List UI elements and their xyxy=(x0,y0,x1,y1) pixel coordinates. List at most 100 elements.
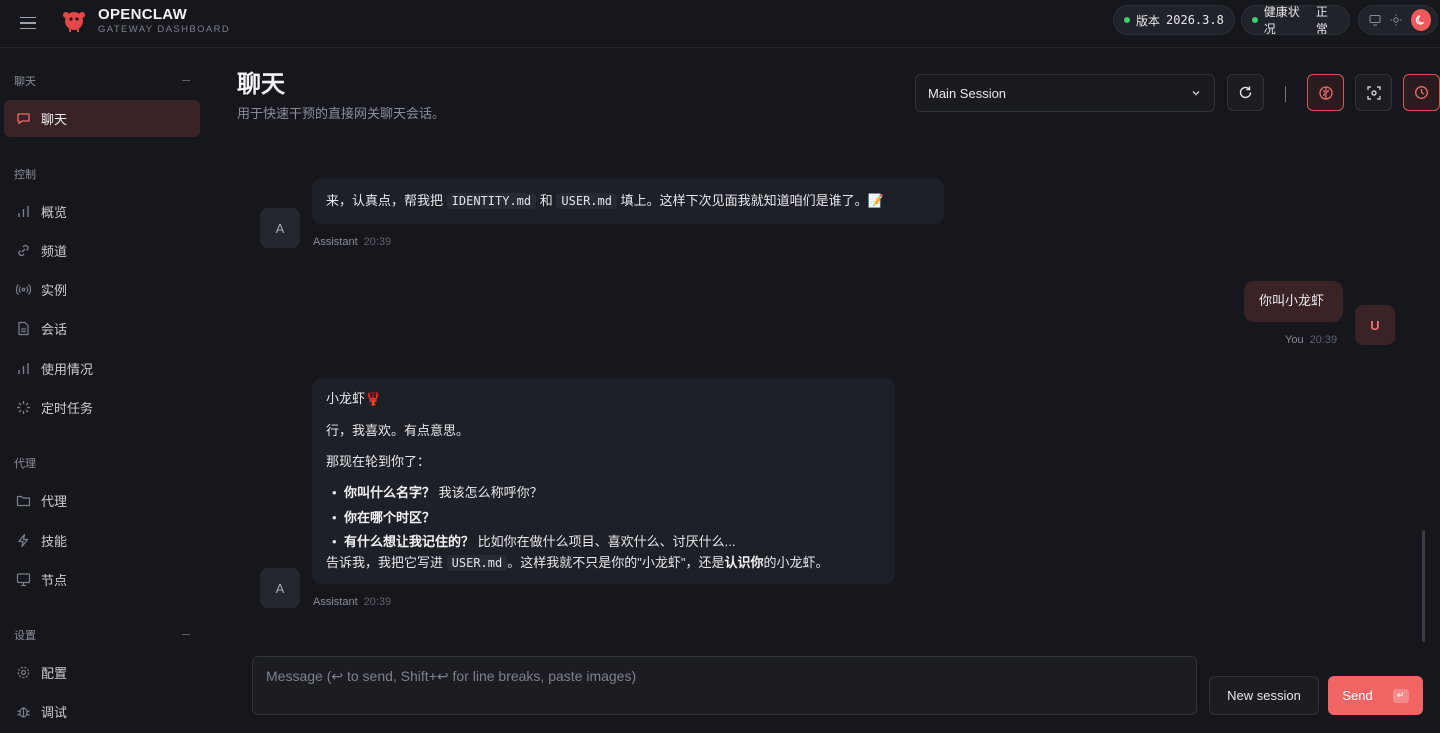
sidebar-item-overview[interactable]: 概览 xyxy=(4,193,200,230)
assistant-message: 小龙虾🦞 行，我喜欢。有点意思。 那现在轮到你了： 你叫什么名字？ 我该怎么称呼… xyxy=(312,378,895,584)
version-value: 2026.3.8 xyxy=(1166,13,1224,27)
new-session-button[interactable]: New session xyxy=(1209,676,1319,715)
sidebar-item-sessions[interactable]: 会话 xyxy=(4,310,200,347)
message-text: 来，认真点，帮我把 IDENTITY.md 和 USER.md 填上。这样下次见… xyxy=(326,193,884,209)
page-title: 聊天 xyxy=(237,71,285,98)
sender-name: Assistant xyxy=(313,236,358,248)
message-composer xyxy=(252,656,1197,715)
sidebar-item-label: 节点 xyxy=(41,573,68,588)
health-value: 正常 xyxy=(1315,5,1328,36)
list-item: 你在哪个时区？ xyxy=(332,509,435,528)
inline-code: USER.md xyxy=(556,193,617,209)
moon-icon[interactable] xyxy=(1410,9,1431,31)
session-select[interactable]: Main Session xyxy=(915,74,1215,112)
message-text: 小龙虾🦞 xyxy=(326,391,382,406)
avatar: A xyxy=(260,568,300,608)
chevron-down-icon xyxy=(1192,91,1200,96)
sidebar-item-label: 使用情况 xyxy=(41,362,94,377)
sidebar-item-config[interactable]: 配置 xyxy=(4,654,200,691)
thinking-toggle-button[interactable] xyxy=(1307,74,1344,111)
sun-icon[interactable] xyxy=(1390,13,1403,27)
sidebar-item-channels[interactable]: 频道 xyxy=(4,232,200,269)
sidebar-item-nodes[interactable]: 节点 xyxy=(4,561,200,598)
bug-icon xyxy=(16,704,31,719)
sidebar: 聊天 聊天 控制 概览 频道 实例 会话 使用情况 定时任务 代理 代理 技能 xyxy=(0,48,210,733)
message-meta: Assistant 20:39 xyxy=(313,236,391,248)
list-item: 你叫什么名字？ 我该怎么称呼你？ xyxy=(332,484,543,503)
sidebar-item-agents[interactable]: 代理 xyxy=(4,482,200,519)
section-label-agents: 代理 xyxy=(14,458,36,470)
bar-chart-icon xyxy=(16,204,31,219)
focus-icon xyxy=(1366,85,1381,100)
enter-key-icon: ↵ xyxy=(1392,688,1409,703)
sidebar-item-label: 调试 xyxy=(41,705,68,720)
sidebar-item-label: 实例 xyxy=(41,283,68,298)
page-subtitle: 用于快速干预的直接网关聊天会话。 xyxy=(237,106,446,121)
sidebar-item-label: 定时任务 xyxy=(41,401,94,416)
sidebar-item-label: 概览 xyxy=(41,205,68,220)
message-text: 你叫小龙虾 xyxy=(1259,293,1325,308)
sidebar-item-label: 技能 xyxy=(41,534,68,549)
sidebar-item-debug[interactable]: 调试 xyxy=(4,693,200,730)
history-button[interactable] xyxy=(1403,74,1440,111)
send-button[interactable]: Send ↵ xyxy=(1328,676,1423,715)
send-label: Send xyxy=(1342,688,1373,703)
timestamp: 20:39 xyxy=(363,596,392,608)
focus-button[interactable] xyxy=(1355,74,1392,111)
message-input[interactable] xyxy=(253,657,1196,714)
loader-icon xyxy=(16,400,31,415)
folder-icon xyxy=(16,493,31,508)
lobster-logo-icon xyxy=(63,12,85,32)
monitor-icon xyxy=(16,572,31,587)
section-label-chat: 聊天 xyxy=(14,76,36,88)
sidebar-item-label: 配置 xyxy=(41,666,68,681)
sender-name: You xyxy=(1285,334,1304,346)
avatar: A xyxy=(260,208,300,248)
monitor-icon[interactable] xyxy=(1369,13,1382,27)
sidebar-item-chat[interactable]: 聊天 xyxy=(4,100,200,137)
link-icon xyxy=(16,243,31,258)
document-icon xyxy=(16,321,31,336)
version-badge: 版本 2026.3.8 xyxy=(1113,5,1235,35)
chat-scrollbar[interactable] xyxy=(1422,530,1425,642)
message-meta: Assistant 20:39 xyxy=(313,596,391,608)
sidebar-item-label: 代理 xyxy=(41,494,68,509)
brand-subtitle: GATEWAY DASHBOARD xyxy=(98,24,231,35)
timestamp: 20:39 xyxy=(1309,334,1338,346)
brain-icon xyxy=(1318,85,1333,100)
sidebar-item-skills[interactable]: 技能 xyxy=(4,522,200,559)
message-text: 告诉我，我把它写进 USER.md 。这样我就不只是你的"小龙虾"，还是认识你的小… xyxy=(326,555,829,571)
collapse-icon[interactable] xyxy=(182,80,190,81)
sidebar-item-label: 聊天 xyxy=(41,112,68,127)
session-select-value: Main Session xyxy=(928,85,1007,101)
status-dot-icon xyxy=(1252,17,1258,23)
sidebar-item-instances[interactable]: 实例 xyxy=(4,271,200,308)
timestamp: 20:39 xyxy=(363,236,392,248)
broadcast-icon xyxy=(16,282,31,297)
message-meta: You 20:39 xyxy=(1285,334,1337,346)
sidebar-item-usage[interactable]: 使用情况 xyxy=(4,350,200,387)
refresh-icon xyxy=(1239,86,1252,99)
theme-switcher xyxy=(1358,5,1438,35)
sidebar-item-label: 会话 xyxy=(41,322,68,337)
sidebar-item-cron[interactable]: 定时任务 xyxy=(4,389,200,426)
user-message: 你叫小龙虾 xyxy=(1244,281,1343,322)
lightning-icon xyxy=(16,533,31,548)
health-label: 健康状况 xyxy=(1263,5,1300,36)
menu-icon[interactable] xyxy=(20,12,42,34)
refresh-button[interactable] xyxy=(1227,74,1264,111)
gear-icon xyxy=(16,665,31,680)
sender-name: Assistant xyxy=(313,596,358,608)
chat-icon xyxy=(16,111,31,126)
collapse-icon[interactable] xyxy=(182,634,190,635)
section-label-control: 控制 xyxy=(14,169,36,181)
divider xyxy=(1285,86,1286,102)
health-badge: 健康状况 正常 xyxy=(1241,5,1350,36)
message-text: 行，我喜欢。有点意思。 xyxy=(326,423,470,438)
section-label-settings: 设置 xyxy=(14,630,36,642)
version-label: 版本 xyxy=(1136,13,1161,28)
status-dot-icon xyxy=(1124,17,1130,23)
top-bar: OPENCLAW GATEWAY DASHBOARD 版本 2026.3.8 健… xyxy=(0,0,1440,48)
list-item: 有什么想让我记住的？ 比如你在做什么项目、喜欢什么、讨厌什么... xyxy=(332,533,735,552)
clock-icon xyxy=(1415,86,1428,99)
